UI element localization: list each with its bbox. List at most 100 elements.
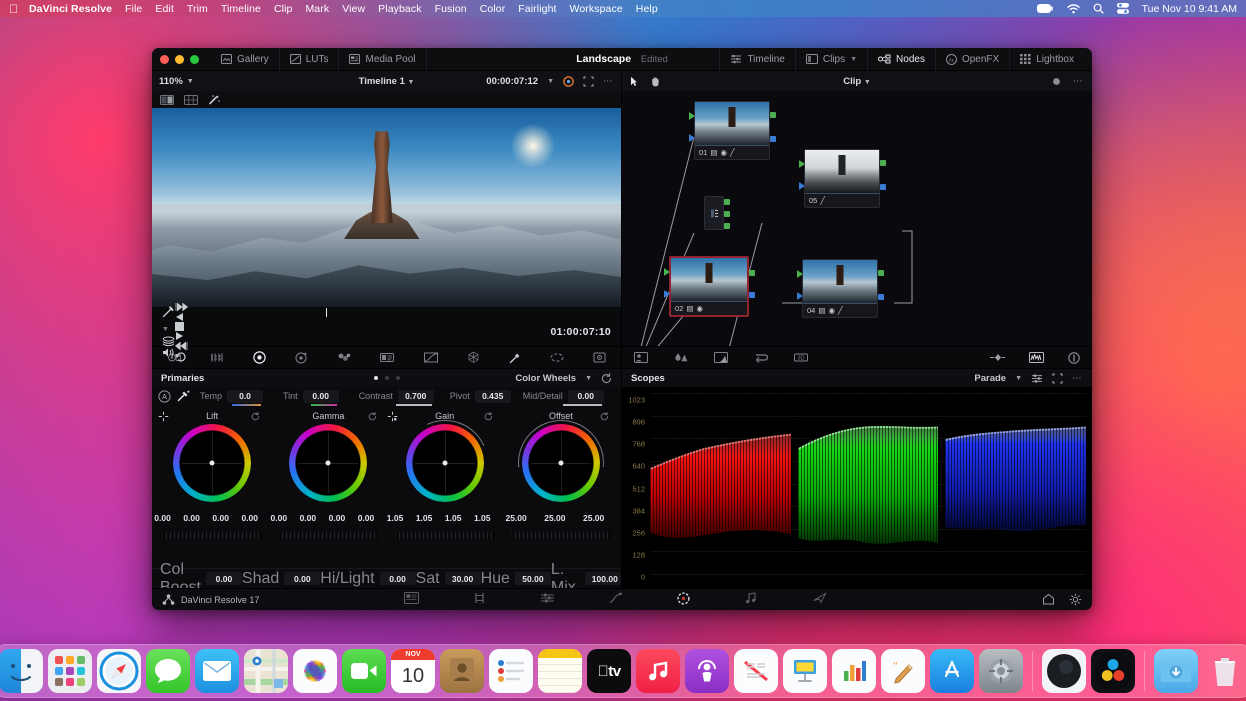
- control-center-icon[interactable]: [1117, 3, 1129, 14]
- param-shad-value[interactable]: 0.00: [284, 572, 320, 585]
- wifi-icon[interactable]: [1067, 4, 1080, 14]
- qualifier-icon[interactable]: [509, 352, 521, 364]
- motion-effects-icon[interactable]: [380, 352, 394, 363]
- param-sat-value[interactable]: 30.00: [445, 572, 481, 585]
- dock-item-appletv[interactable]: tv: [587, 649, 631, 693]
- apple-logo-icon[interactable]: : [9, 3, 18, 15]
- lift-value-b[interactable]: 0.00: [241, 513, 258, 523]
- page-switcher[interactable]: [152, 592, 1092, 608]
- wheel-gain-reset-icon[interactable]: [484, 412, 493, 421]
- node-04-input-key[interactable]: [797, 292, 803, 300]
- hand-icon[interactable]: [650, 76, 661, 87]
- color-wheels-icon[interactable]: [253, 351, 266, 364]
- param-hue[interactable]: Hue 50.00: [481, 570, 551, 588]
- keyframes-icon[interactable]: [989, 352, 1005, 363]
- dock-item-keynote[interactable]: [783, 649, 827, 693]
- node-05-output-rgb[interactable]: [880, 160, 886, 166]
- play-icon[interactable]: [175, 331, 188, 341]
- menu-item-view[interactable]: View: [342, 3, 365, 15]
- node-05[interactable]: 05 ╱: [804, 149, 880, 208]
- dock-item-calendar[interactable]: NOV 10: [391, 649, 435, 693]
- dock-item-finder[interactable]: [0, 649, 43, 693]
- offset-value-b[interactable]: 25.00: [583, 513, 604, 523]
- wheel-offset-handle[interactable]: [558, 461, 563, 466]
- eyedropper-icon[interactable]: [177, 390, 190, 402]
- node-01-output-key[interactable]: [770, 136, 776, 142]
- param-mid-detail[interactable]: Mid/Detail 0.00: [523, 390, 604, 403]
- scopes-icon[interactable]: [1029, 352, 1044, 363]
- info-icon[interactable]: [1068, 352, 1080, 364]
- audio-icon[interactable]: [162, 347, 175, 358]
- reset-icon[interactable]: [601, 373, 612, 384]
- node-02-input-rgb[interactable]: [664, 268, 670, 276]
- param-mid-detail-bar[interactable]: [563, 404, 602, 406]
- fusion-page-icon[interactable]: [608, 592, 636, 608]
- blur-icon[interactable]: [674, 352, 688, 363]
- lift-value-g[interactable]: 0.00: [212, 513, 229, 523]
- tracker-icon[interactable]: [593, 352, 606, 363]
- page-dot-1[interactable]: [374, 376, 378, 380]
- dock-item-downloads-folder[interactable]: [1154, 649, 1198, 693]
- menubar-clock[interactable]: Tue Nov 10 9:41 AM: [1142, 3, 1237, 15]
- skip-to-end-icon[interactable]: [175, 341, 188, 351]
- edit-page-icon[interactable]: [540, 592, 568, 608]
- menu-item-mark[interactable]: Mark: [305, 3, 329, 15]
- playhead-indicator[interactable]: [326, 308, 327, 317]
- param-tint[interactable]: Tint 0.00: [283, 390, 339, 403]
- color-warper-icon[interactable]: [467, 351, 480, 364]
- node-02-output-key[interactable]: [749, 292, 755, 298]
- record-timecode[interactable]: 01:00:07:10: [550, 326, 611, 338]
- menu-item-edit[interactable]: Edit: [155, 3, 174, 15]
- menu-app-name[interactable]: DaVinci Resolve: [29, 3, 112, 15]
- chevron-down-icon[interactable]: ▼: [850, 56, 857, 63]
- search-icon[interactable]: [1093, 3, 1104, 14]
- mixer-output-3[interactable]: [724, 223, 730, 229]
- menu-item-fairlight[interactable]: Fairlight: [518, 3, 556, 15]
- chevron-down-icon[interactable]: ▼: [547, 78, 554, 85]
- node-05-input-rgb[interactable]: [799, 160, 805, 168]
- chevron-down-icon[interactable]: ▼: [1015, 375, 1022, 382]
- dock-item-safari[interactable]: [97, 649, 141, 693]
- node-02[interactable]: 02 ▤ ◉: [669, 256, 749, 317]
- minimize-window-button[interactable]: [175, 55, 184, 64]
- rgb-parade-scope[interactable]: 1023 896 768 640 512 384 256 128 0: [622, 387, 1092, 588]
- rgb-mixer-icon[interactable]: [337, 352, 351, 363]
- wheel-gain-control[interactable]: [406, 424, 484, 502]
- node-01-input-rgb[interactable]: [689, 112, 695, 120]
- magic-wand-icon[interactable]: [208, 94, 220, 105]
- menu-item-trim[interactable]: Trim: [187, 3, 208, 15]
- mixer-output-2[interactable]: [724, 211, 730, 217]
- param-mid-detail-value[interactable]: 0.00: [568, 390, 604, 403]
- cut-page-icon[interactable]: [472, 592, 500, 608]
- close-window-button[interactable]: [160, 55, 169, 64]
- menu-item-help[interactable]: Help: [636, 3, 658, 15]
- power-windows-icon[interactable]: [550, 352, 564, 363]
- auto-balance-icon[interactable]: A: [158, 390, 171, 403]
- dock-item-pages[interactable]: “: [881, 649, 925, 693]
- dock-item-news[interactable]: [734, 649, 778, 693]
- chevron-down-icon[interactable]: ▼: [585, 375, 592, 382]
- dock-item-trash[interactable]: [1203, 649, 1246, 693]
- wheel-gain-picker-icon[interactable]: [387, 411, 398, 422]
- skip-to-start-icon[interactable]: [175, 302, 188, 312]
- param-hi-light[interactable]: Hi/Light 0.00: [320, 570, 415, 588]
- clips-panel-button[interactable]: Clips ▼: [795, 48, 867, 71]
- dock-item-launchpad[interactable]: [48, 649, 92, 693]
- wheel-gamma-control[interactable]: [289, 424, 367, 502]
- viewer-scrubber[interactable]: [152, 307, 621, 318]
- node-01[interactable]: 01 ▤ ◉ ╱: [694, 101, 770, 160]
- stack-icon[interactable]: [162, 336, 175, 347]
- transport-controls[interactable]: [175, 302, 188, 362]
- nodes-panel-button[interactable]: Nodes: [867, 48, 935, 71]
- param-pivot-value[interactable]: 0.435: [475, 390, 511, 403]
- node-04[interactable]: 04 ▤ ◉ ╱: [802, 259, 878, 318]
- gamma-value-y[interactable]: 0.00: [271, 513, 288, 523]
- project-manager-icon[interactable]: [1042, 593, 1055, 606]
- node-01-output-rgb[interactable]: [770, 112, 776, 118]
- loop-icon[interactable]: [175, 351, 188, 362]
- node-02-input-key[interactable]: [664, 290, 670, 298]
- gamma-value-r[interactable]: 0.00: [300, 513, 317, 523]
- wheel-lift-control[interactable]: [173, 424, 251, 502]
- param-temp-bar[interactable]: [232, 404, 262, 406]
- lift-value-y[interactable]: 0.00: [154, 513, 171, 523]
